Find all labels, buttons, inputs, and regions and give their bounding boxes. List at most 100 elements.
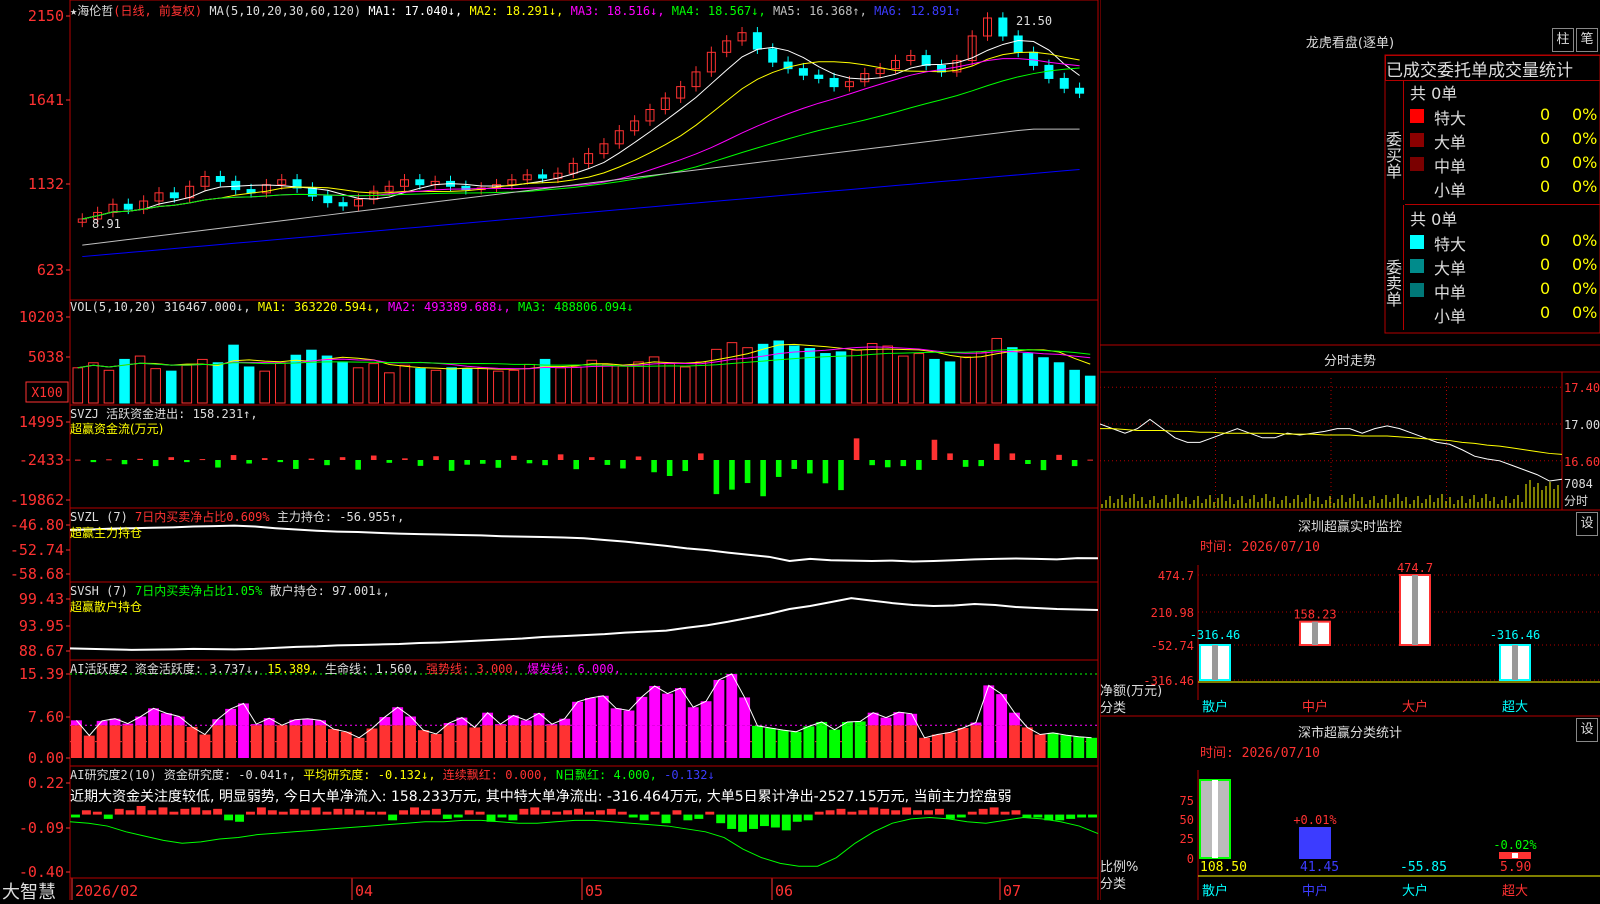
fl-value-label: 5.90 <box>1500 860 1531 875</box>
vol-bar <box>960 356 971 404</box>
svzj-bar <box>355 460 361 470</box>
ai2-bar <box>508 814 518 821</box>
ai2-bar <box>727 814 737 829</box>
vol-bar <box>212 362 224 404</box>
ai2-bar <box>869 807 879 815</box>
ai1-label: AI活跃度2 <box>70 662 128 676</box>
ai1-bar <box>173 725 185 758</box>
vol-bar <box>508 369 520 404</box>
ai2-bar <box>749 814 758 829</box>
ai1-bar-top <box>687 707 699 726</box>
ai2-bar <box>595 810 605 815</box>
ai2-bar <box>333 808 343 815</box>
candle-body <box>123 203 133 210</box>
ai1-bar <box>944 732 956 758</box>
ai1-bar-top <box>379 717 391 726</box>
svzj-bar <box>947 453 953 460</box>
ai1-bar <box>186 726 198 758</box>
candle-body <box>231 180 241 191</box>
main-chart-area[interactable]: 2150 1641 1132 623 10203 5038 X100 14995 -2433 -1… <box>0 0 1100 900</box>
ai1-bar <box>572 725 583 758</box>
ai1-bar <box>957 727 969 758</box>
fl-value-label: -55.85 <box>1400 860 1447 875</box>
ai2-bar <box>158 807 168 815</box>
ai1-bar <box>739 725 751 758</box>
vol-bar <box>197 358 208 404</box>
sz-cat-label: 散户 <box>1202 699 1228 715</box>
candle-body <box>1029 51 1039 66</box>
vol-bar <box>368 363 380 404</box>
candle-body <box>798 68 808 76</box>
ai1-bar <box>250 725 262 758</box>
ai2-tick: 0.22 <box>28 774 64 792</box>
fenshi-tick: 16.60 <box>1564 455 1600 469</box>
vol-bar <box>306 349 317 404</box>
svzj-bar <box>339 457 346 460</box>
vol-bar <box>259 370 270 404</box>
ma-line <box>82 40 1080 220</box>
svzj-bar <box>993 443 1000 460</box>
svzj-sub: 超赢资金流(万元) <box>70 422 164 436</box>
vol-bar <box>1038 357 1049 404</box>
ai2-label: AI研究度2(10) <box>70 768 157 782</box>
svzl-label: SVZL (7) <box>70 510 128 524</box>
ai2-bar <box>300 810 310 815</box>
svzl-line <box>69 524 1099 563</box>
ai1-bar <box>803 726 815 758</box>
svzl-text2: 主力持仓: -56.955↑, <box>276 510 405 524</box>
ai2-bar <box>92 811 102 815</box>
svzj-bar <box>479 460 486 464</box>
vol-bar <box>773 340 784 404</box>
ai2-bar <box>705 811 715 815</box>
vol-bar <box>882 345 894 404</box>
svzj-bar <box>1040 460 1047 471</box>
svzj-tick: 14995 <box>19 413 64 431</box>
ai1-bar-top <box>1009 712 1020 726</box>
svsh-legend: SVSH (7) 7日内买卖净占比1.05% 散户持仓: 97.001↓, <box>70 582 390 599</box>
ai1-t1: 资金活跃度: 3.737↓, <box>134 662 260 676</box>
ai1-bar <box>328 729 339 758</box>
svzj-bar <box>215 460 221 468</box>
date-label: 2026/02 <box>75 882 138 900</box>
kline-legend: ★海伦哲(日线, 前复权) MA(5,10,20,30,60,120) MA1:… <box>70 2 961 19</box>
ai2-bar <box>924 810 933 815</box>
ai1-bar <box>610 725 622 758</box>
vol-bar <box>1053 362 1065 404</box>
vol-bar <box>321 355 333 404</box>
ai2-bar <box>945 814 955 819</box>
svzj-bar <box>573 460 579 470</box>
ai1-bar <box>777 730 789 758</box>
ai1-bar <box>867 725 879 758</box>
period-label[interactable]: (日线, 前复权) <box>113 4 202 18</box>
ai1-bar <box>790 731 802 758</box>
ai2-bar <box>1088 814 1097 818</box>
ai2-t3: 连续飘红: 0.000, <box>442 768 549 782</box>
vol-bar <box>991 337 1003 404</box>
fl-value-label: 108.50 <box>1200 860 1247 875</box>
ai2-bar <box>103 814 113 819</box>
ai1-bar <box>225 725 237 758</box>
ai2-bar <box>694 814 704 819</box>
ai2-bar <box>563 810 573 815</box>
ai1-bar-top <box>520 720 532 726</box>
svzl-tick: -52.74 <box>10 541 64 559</box>
ai1-bar <box>842 725 853 758</box>
ai2-bar <box>967 811 977 815</box>
candle-body <box>1075 87 1085 94</box>
ai2-legend: AI研究度2(10) 资金研究度: -0.041↑, 平均研究度: -0.132… <box>70 766 715 783</box>
svsh-label: SVSH (7) <box>70 584 128 598</box>
ai2-bar <box>519 808 529 815</box>
app-logo[interactable]: 大智慧 <box>2 878 56 904</box>
ai2-bar <box>639 814 649 821</box>
sz-bar-label: 474.7 <box>1397 561 1433 575</box>
vol-bar <box>851 349 862 404</box>
high-price-mark: 21.50 <box>1016 14 1053 28</box>
right-charts[interactable]: 17.4017.0016.607084分时474.7210.98-52.74-3… <box>1100 0 1600 900</box>
ai1-bar <box>520 725 532 758</box>
ai2-tick: -0.09 <box>19 819 64 837</box>
ai1-bar <box>392 725 404 758</box>
fl-cat-label: 超大 <box>1502 884 1528 899</box>
svzj-bar <box>869 460 875 466</box>
ai1-bar <box>816 725 828 758</box>
stock-name[interactable]: ★海伦哲 <box>70 4 113 18</box>
